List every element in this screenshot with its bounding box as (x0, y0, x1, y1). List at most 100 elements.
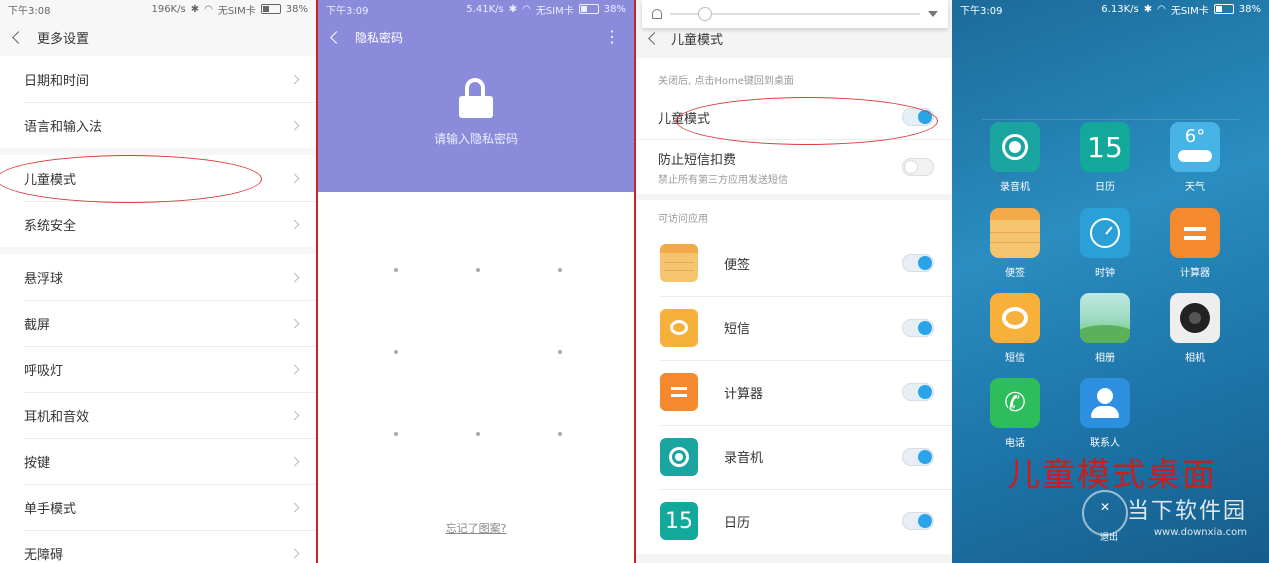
camera-icon (1170, 293, 1220, 343)
sms-icon (990, 293, 1040, 343)
bluetooth-icon: ✱ (190, 3, 200, 15)
settings-item-screenshot[interactable]: 截屏 (0, 300, 316, 346)
network-speed: 196K/s (151, 3, 186, 15)
pattern-dot[interactable] (394, 432, 398, 436)
wifi-icon: ◠ (1157, 3, 1166, 15)
settings-item-label: 单手模式 (24, 501, 77, 517)
pattern-dot[interactable] (558, 432, 562, 436)
home-app-notes[interactable]: 便签 (979, 208, 1051, 279)
home-app-contacts[interactable]: 联系人 (1069, 378, 1141, 449)
settings-item-date-time[interactable]: 日期和时间 (0, 56, 316, 102)
back-icon[interactable] (12, 30, 25, 44)
app-label: 相册 (1095, 353, 1115, 364)
chevron-right-icon (289, 173, 300, 183)
more-settings-screen: 下午3:08 196K/s ✱ ◠ 无SIM卡 38% 更多设置 日期和时间 语… (0, 0, 316, 563)
privacy-password-screen: 下午3:09 5.41K/s ✱ ◠ 无SIM卡 38% 隐私密码 ⋮ 请输入隐… (316, 0, 636, 563)
home-app-weather[interactable]: 6° 天气 (1159, 122, 1231, 193)
forgot-pattern-link[interactable]: 忘记了图案? (318, 520, 634, 536)
sim-status: 无SIM卡 (535, 5, 574, 17)
settings-item-label: 耳机和音效 (24, 409, 90, 425)
app-toggle[interactable] (902, 254, 934, 273)
chevron-right-icon (289, 410, 300, 420)
status-time: 下午3:09 (960, 5, 1003, 17)
sms-block-toggle[interactable] (902, 158, 934, 176)
home-app-phone[interactable]: ✆ 电话 (979, 378, 1051, 449)
app-toggle[interactable] (902, 383, 934, 402)
back-icon[interactable] (330, 30, 343, 44)
pattern-dot[interactable] (476, 268, 480, 272)
settings-item-label: 日期和时间 (24, 73, 90, 89)
settings-item-label: 按键 (24, 455, 51, 471)
settings-item-system-security[interactable]: 系统安全 (0, 201, 316, 247)
status-bar: 下午3:09 5.41K/s ✱ ◠ 无SIM卡 38% (318, 0, 634, 18)
volume-slider-thumb[interactable] (698, 7, 712, 21)
more-menu-icon[interactable]: ⋮ (604, 29, 620, 45)
app-label: 短信 (1005, 353, 1025, 364)
pattern-dot[interactable] (476, 432, 480, 436)
home-app-gallery[interactable]: 相册 (1069, 293, 1141, 364)
header: 隐私密码 ⋮ (318, 18, 634, 56)
watermark-url: www.downxia.com (1153, 527, 1247, 538)
allowed-apps-heading: 可访问应用 (636, 200, 952, 231)
settings-item-accessibility[interactable]: 无障碍 (0, 530, 316, 563)
settings-item-language-input[interactable]: 语言和输入法 (0, 102, 316, 148)
home-app-clock[interactable]: 时钟 (1069, 208, 1141, 279)
chevron-right-icon (289, 120, 300, 130)
chevron-right-icon (289, 318, 300, 328)
settings-item-floating-ball[interactable]: 悬浮球 (0, 254, 316, 300)
settings-item-notification-light[interactable]: 呼吸灯 (0, 346, 316, 392)
home-app-calculator[interactable]: 计算器 (1159, 208, 1231, 279)
calculator-icon (1170, 208, 1220, 258)
exit-icon[interactable]: ✕ (1100, 500, 1110, 514)
app-label: 日历 (724, 515, 751, 531)
app-label: 录音机 (724, 451, 764, 467)
weather-temp: 6° (1184, 126, 1206, 147)
allowed-app-row[interactable]: 短信 (636, 295, 952, 360)
password-hint: 请输入隐私密码 (433, 132, 518, 146)
settings-item-label: 悬浮球 (24, 271, 64, 287)
allowed-app-row[interactable]: 计算器 (636, 360, 952, 425)
pattern-dot[interactable] (394, 350, 398, 354)
home-app-sms[interactable]: 短信 (979, 293, 1051, 364)
pattern-dot[interactable] (558, 268, 562, 272)
settings-item-headphones-audio[interactable]: 耳机和音效 (0, 392, 316, 438)
app-toggle[interactable] (902, 318, 934, 337)
recorder-icon (990, 122, 1040, 172)
app-label: 计算器 (724, 386, 764, 402)
page-title: 儿童模式 (671, 32, 724, 48)
exit-label[interactable]: 退出 (1100, 530, 1118, 543)
app-label: 天气 (1185, 182, 1205, 193)
home-app-recorder[interactable]: 录音机 (979, 122, 1051, 193)
allowed-app-row[interactable]: 录音机 (636, 424, 952, 489)
bluetooth-icon: ✱ (508, 3, 518, 15)
pattern-dot[interactable] (394, 268, 398, 272)
lock-icon (459, 78, 493, 118)
volume-panel (642, 0, 948, 28)
app-toggle[interactable] (902, 447, 934, 466)
settings-item-buttons[interactable]: 按键 (0, 438, 316, 484)
chevron-right-icon (289, 219, 300, 229)
settings-item-one-hand-mode[interactable]: 单手模式 (0, 484, 316, 530)
expand-icon[interactable] (928, 11, 938, 17)
pattern-dot[interactable] (558, 350, 562, 354)
calculator-icon (660, 373, 698, 412)
watermark-text: 当下软件园 (1126, 499, 1247, 524)
battery-icon (1213, 4, 1234, 14)
calendar-day: 15 (1087, 130, 1123, 164)
volume-slider[interactable] (670, 7, 920, 21)
status-bar: 下午3:08 196K/s ✱ ◠ 无SIM卡 38% (0, 0, 316, 18)
pattern-grid[interactable] (318, 192, 634, 522)
sms-block-toggle-row[interactable]: 防止短信扣费 禁止所有第三方应用发送短信 (636, 140, 952, 194)
back-icon[interactable] (648, 31, 661, 45)
battery-level: 38% (1238, 3, 1261, 15)
app-toggle[interactable] (902, 512, 934, 531)
settings-item-label: 呼吸灯 (24, 363, 64, 379)
home-app-calendar[interactable]: 15 日历 (1069, 122, 1141, 193)
bluetooth-icon: ✱ (1143, 3, 1153, 15)
calendar-icon: 15 (660, 502, 698, 541)
home-app-camera[interactable]: 相机 (1159, 293, 1231, 364)
allowed-app-row[interactable]: 15 日历 (636, 489, 952, 554)
app-label: 便签 (1005, 268, 1025, 279)
settings-group-1: 日期和时间 语言和输入法 (0, 56, 316, 148)
allowed-app-row[interactable]: 便签 (636, 231, 952, 296)
